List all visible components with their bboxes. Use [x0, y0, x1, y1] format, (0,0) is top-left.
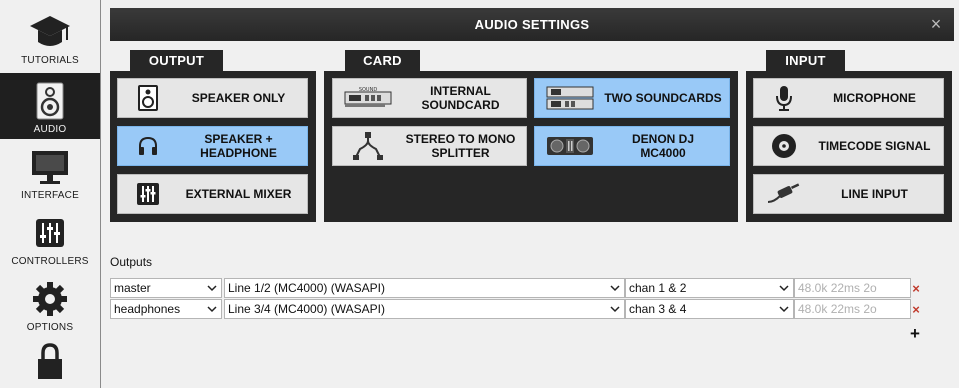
button-label: EXTERNAL MIXER: [185, 187, 292, 201]
output-name-select[interactable]: master: [110, 278, 222, 298]
dj-controller-icon: [535, 127, 605, 165]
button-label: INTERNAL SOUNDCARD: [421, 84, 500, 112]
speaker-only-button[interactable]: SPEAKER ONLY: [117, 78, 308, 118]
sidebar-item-interface[interactable]: INTERFACE: [0, 139, 100, 205]
stereo-to-mono-splitter-button[interactable]: STEREO TO MONO SPLITTER: [332, 126, 527, 166]
graduation-cap-icon: [0, 10, 100, 54]
select-value: Line 1/2 (MC4000) (WASAPI): [228, 281, 385, 295]
chevron-down-icon: [610, 285, 620, 292]
output-device-select[interactable]: Line 1/2 (MC4000) (WASAPI): [224, 278, 625, 298]
headphones-icon: [118, 127, 178, 165]
chevron-down-icon: [779, 285, 789, 292]
monitor-icon: [0, 145, 100, 189]
button-label: SPEAKER ONLY: [191, 91, 286, 105]
outputs-label: Outputs: [110, 255, 153, 269]
output-channels-select[interactable]: chan 1 & 2: [625, 278, 794, 298]
select-value: Line 3/4 (MC4000) (WASAPI): [228, 302, 385, 316]
microphone-button[interactable]: MICROPHONE: [753, 78, 944, 118]
two-soundcards-button[interactable]: TWO SOUNDCARDS: [534, 78, 730, 118]
close-button[interactable]: ×: [928, 14, 944, 34]
sidebar-item-label: TUTORIALS: [21, 55, 79, 66]
sidebar-item-label: AUDIO: [33, 124, 67, 135]
speaker-headphone-button[interactable]: SPEAKER + HEADPHONE: [117, 126, 308, 166]
tab-card: CARD: [345, 50, 420, 72]
sidebar: TUTORIALS AUDIO INTERFACE CONTROLLERS OP…: [0, 0, 101, 388]
select-value: headphones: [114, 302, 181, 316]
page-title: AUDIO SETTINGS: [474, 17, 590, 32]
chevron-down-icon: [207, 306, 217, 313]
sidebar-item-lock[interactable]: [0, 337, 100, 388]
info-value: 48.0k 22ms 2o: [798, 302, 877, 316]
splitter-cable-icon: [333, 127, 403, 165]
timecode-signal-button[interactable]: TIMECODE SIGNAL: [753, 126, 944, 166]
microphone-icon: [754, 79, 814, 117]
internal-soundcard-button[interactable]: SOUND INTERNAL SOUNDCARD: [332, 78, 527, 118]
tab-input: INPUT: [766, 50, 845, 72]
button-label: DENON DJ MC4000: [631, 132, 694, 160]
button-label: MICROPHONE: [833, 91, 916, 105]
mixer-sliders-icon: [0, 211, 100, 255]
cable-plug-icon: [754, 175, 814, 213]
lock-icon: [0, 339, 100, 383]
button-label: SPEAKER + HEADPHONE: [200, 132, 277, 160]
sidebar-item-audio[interactable]: AUDIO: [0, 73, 100, 139]
vinyl-icon: [754, 127, 814, 165]
info-value: 48.0k 22ms 2o: [798, 281, 877, 295]
output-name-select[interactable]: headphones: [110, 299, 222, 319]
input-panel: MICROPHONE TIMECODE SIGNAL LINE INPUT: [746, 71, 952, 222]
add-output-button[interactable]: +: [908, 325, 922, 342]
svg-text:SOUND: SOUND: [359, 87, 378, 93]
button-label: STEREO TO MONO SPLITTER: [405, 132, 516, 160]
settings-header: AUDIO SETTINGS ×: [110, 8, 954, 41]
sidebar-item-options[interactable]: OPTIONS: [0, 271, 100, 337]
sidebar-item-tutorials[interactable]: TUTORIALS: [0, 4, 100, 70]
sidebar-item-controllers[interactable]: CONTROLLERS: [0, 205, 100, 271]
select-value: master: [114, 281, 151, 295]
speaker-icon: [0, 79, 100, 123]
button-label: TWO SOUNDCARDS: [604, 91, 722, 105]
line-input-button[interactable]: LINE INPUT: [753, 174, 944, 214]
denon-dj-mc4000-button[interactable]: DENON DJ MC4000: [534, 126, 730, 166]
two-soundcards-icon: [535, 79, 605, 117]
output-info-field: 48.0k 22ms 2o: [794, 299, 911, 319]
select-value: chan 3 & 4: [629, 302, 687, 316]
chevron-down-icon: [207, 285, 217, 292]
button-label: TIMECODE SIGNAL: [818, 139, 931, 153]
button-label: LINE INPUT: [841, 187, 908, 201]
sidebar-item-label: CONTROLLERS: [11, 256, 89, 267]
mixer-icon: [118, 175, 178, 213]
select-value: chan 1 & 2: [629, 281, 687, 295]
delete-output-button[interactable]: ×: [910, 282, 922, 295]
internal-soundcard-icon: SOUND: [333, 79, 403, 117]
sidebar-item-label: OPTIONS: [26, 322, 74, 333]
output-device-select[interactable]: Line 3/4 (MC4000) (WASAPI): [224, 299, 625, 319]
chevron-down-icon: [610, 306, 620, 313]
external-mixer-button[interactable]: EXTERNAL MIXER: [117, 174, 308, 214]
delete-output-button[interactable]: ×: [910, 303, 922, 316]
chevron-down-icon: [779, 306, 789, 313]
sidebar-item-label: INTERFACE: [21, 190, 79, 201]
tab-output: OUTPUT: [130, 50, 223, 72]
card-panel: SOUND INTERNAL SOUNDCARD TWO SOUNDCARDS: [324, 71, 738, 222]
output-channels-select[interactable]: chan 3 & 4: [625, 299, 794, 319]
output-info-field: 48.0k 22ms 2o: [794, 278, 911, 298]
gear-icon: [0, 277, 100, 321]
speaker-icon: [118, 79, 178, 117]
output-panel: SPEAKER ONLY SPEAKER + HEADPHONE EXTERNA…: [110, 71, 316, 222]
